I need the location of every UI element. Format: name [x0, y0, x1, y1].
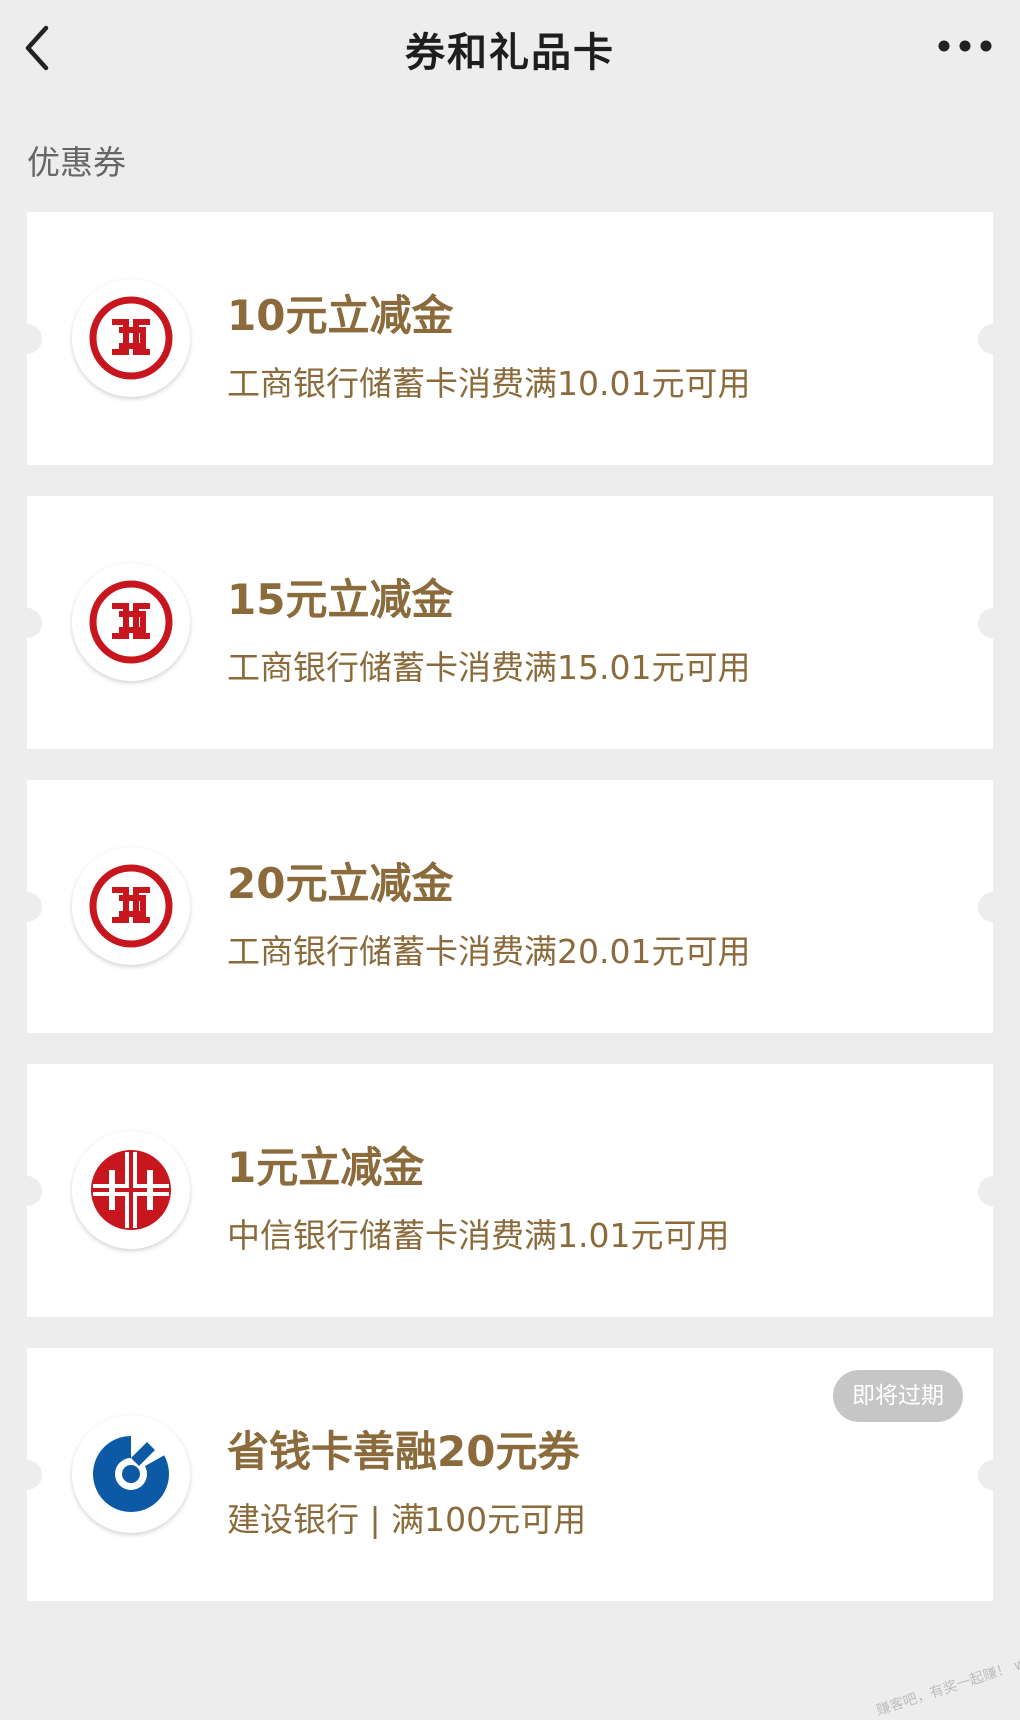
coupon-description: 工商银行储蓄卡消费满10.01元可用 — [227, 364, 751, 403]
coupon-description: 中信银行储蓄卡消费满1.01元可用 — [227, 1216, 730, 1255]
icbc-logo-icon — [72, 279, 190, 397]
icbc-logo-icon — [72, 563, 190, 681]
section-label-coupons: 优惠券 — [27, 143, 126, 182]
coupon-title: 15元立减金 — [227, 575, 454, 624]
more-dots-icon — [938, 40, 992, 52]
ticket-notch — [12, 324, 42, 354]
more-options-button[interactable] — [930, 24, 1000, 68]
icbc-logo-icon — [72, 847, 190, 965]
coupon-title: 20元立减金 — [227, 859, 454, 908]
coupon-card[interactable]: 1元立减金 中信银行储蓄卡消费满1.01元可用 — [12, 1064, 1008, 1317]
ticket-notch — [978, 608, 1008, 638]
ticket-notch — [978, 892, 1008, 922]
coupon-description: 建设银行 | 满100元可用 — [227, 1500, 587, 1539]
ccb-logo-icon — [72, 1415, 190, 1533]
ticket-notch — [12, 608, 42, 638]
coupon-card[interactable]: 15元立减金 工商银行储蓄卡消费满15.01元可用 — [12, 496, 1008, 749]
ticket-notch — [978, 324, 1008, 354]
coupon-description: 工商银行储蓄卡消费满15.01元可用 — [227, 648, 751, 687]
coupon-card[interactable]: 20元立减金 工商银行储蓄卡消费满20.01元可用 — [12, 780, 1008, 1033]
coupon-title: 1元立减金 — [227, 1143, 425, 1192]
coupon-card[interactable]: 10元立减金 工商银行储蓄卡消费满10.01元可用 — [12, 212, 1008, 465]
ticket-notch — [12, 1176, 42, 1206]
coupon-title: 省钱卡善融20元券 — [227, 1427, 580, 1476]
page-title: 券和礼品卡 — [405, 30, 615, 76]
expiring-soon-badge: 即将过期 — [833, 1370, 963, 1422]
coupon-card[interactable]: 即将过期 省钱卡善融20元券 建设银行 | 满100元可用 — [12, 1348, 1008, 1601]
coupon-title: 10元立减金 — [227, 291, 454, 340]
coupon-description: 工商银行储蓄卡消费满20.01元可用 — [227, 932, 751, 971]
watermark: 赚客吧，有奖一起赚！ www.zuanke8.com — [874, 1618, 1020, 1720]
ticket-notch — [978, 1460, 1008, 1490]
ticket-notch — [12, 1460, 42, 1490]
top-bar: 券和礼品卡 — [0, 0, 1020, 100]
citic-logo-icon — [72, 1131, 190, 1249]
ticket-notch — [12, 892, 42, 922]
ticket-notch — [978, 1176, 1008, 1206]
